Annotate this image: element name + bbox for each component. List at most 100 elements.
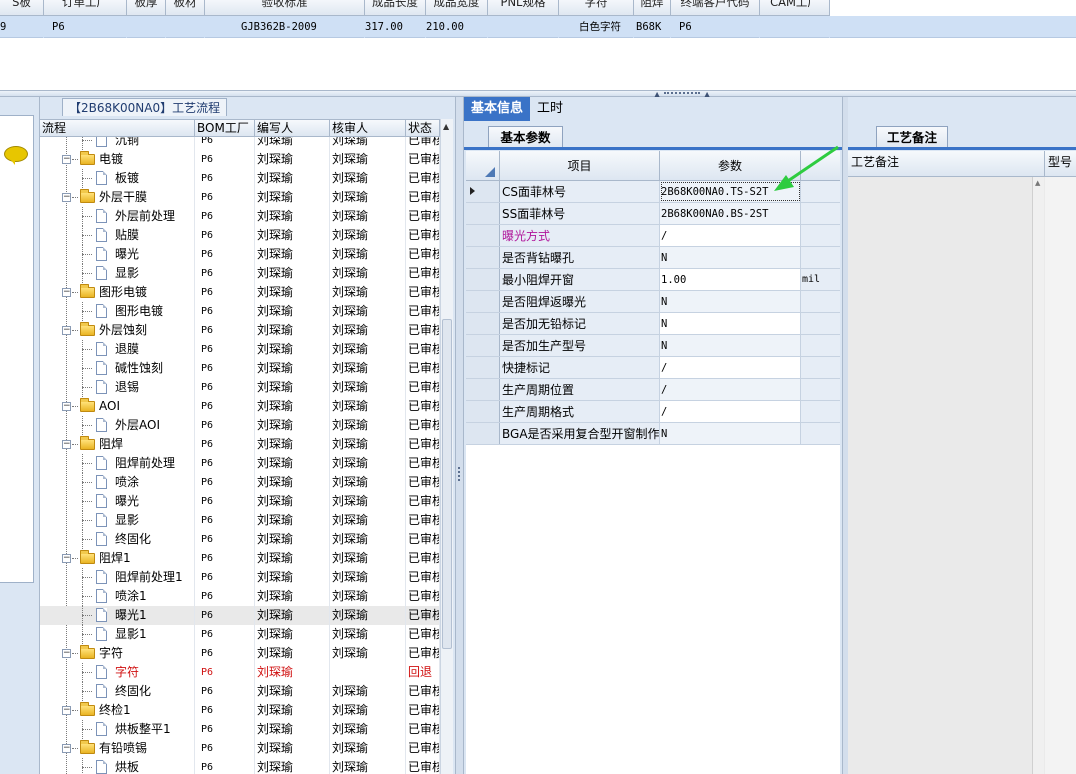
order-col-header[interactable]: 成品长度 [365,0,426,16]
row-indicator[interactable] [466,335,500,356]
collapse-icon[interactable]: − [62,402,71,411]
tree-row[interactable]: −阻焊P6刘琛瑜刘琛瑜已审核 [40,435,440,454]
collapse-icon[interactable]: − [62,288,71,297]
tree-row[interactable]: −外层干膜P6刘琛瑜刘琛瑜已审核 [40,188,440,207]
tab-basic-info[interactable]: 基本信息 [464,97,531,121]
order-col-header[interactable]: S板 [0,0,44,16]
row-indicator[interactable] [466,247,500,268]
param-value-field[interactable]: / [660,401,801,422]
tree-node[interactable]: 曝光 [40,492,195,511]
tree-row[interactable]: 图形电镀P6刘琛瑜刘琛瑜已审核 [40,302,440,321]
col-item[interactable]: 项目 [500,151,660,181]
tree-row[interactable]: −有铅喷锡P6刘琛瑜刘琛瑜已审核 [40,739,440,758]
order-col-header[interactable]: 成品宽度 [426,0,488,16]
collapse-icon[interactable]: − [62,326,71,335]
param-row[interactable]: 是否阻焊返曝光 N [466,291,840,313]
param-row[interactable]: 是否背钻曝孔 N [466,247,840,269]
tree-row[interactable]: 烘板整平1P6刘琛瑜刘琛瑜已审核 [40,720,440,739]
param-value-field[interactable]: / [660,357,801,378]
param-value-field[interactable]: 2B68K00NA0.BS-2ST [660,203,801,224]
order-col-header[interactable]: 板厚 [127,0,166,16]
tree-row[interactable]: −字符P6刘琛瑜刘琛瑜已审核 [40,644,440,663]
order-col-header[interactable]: 阻焊 [634,0,671,16]
param-row[interactable]: 是否加无铅标记 N [466,313,840,335]
col-bom-factory[interactable]: BOM工厂 [195,120,255,137]
order-cell[interactable]: GJB362B-2009 [205,16,365,38]
tree-node[interactable]: 阻焊前处理1 [40,568,195,587]
order-grid-row-selected[interactable]: 9 P6 GJB362B-2009 317.00 210.00 白色字符 B68K P6 [0,16,1076,38]
param-row[interactable]: 生产周期格式 / [466,401,840,423]
param-row[interactable]: 最小阻焊开窗 1.00 mil [466,269,840,291]
tree-row[interactable]: −图形电镀P6刘琛瑜刘琛瑜已审核 [40,283,440,302]
order-col-header[interactable]: 订单工厂 [44,0,127,16]
collapse-icon[interactable]: − [62,649,71,658]
tree-row[interactable]: 终固化P6刘琛瑜刘琛瑜已审核 [40,682,440,701]
param-value-field[interactable]: N [660,247,801,268]
tree-node[interactable]: 板镀 [40,169,195,188]
collapse-icon[interactable]: − [62,706,71,715]
tree-row[interactable]: −阻焊1P6刘琛瑜刘琛瑜已审核 [40,549,440,568]
param-row[interactable]: 生产周期位置 / [466,379,840,401]
row-indicator[interactable] [466,357,500,378]
tree-row[interactable]: 碱性蚀刻P6刘琛瑜刘琛瑜已审核 [40,359,440,378]
tree-row[interactable]: −终检1P6刘琛瑜刘琛瑜已审核 [40,701,440,720]
tree-row[interactable]: 显影P6刘琛瑜刘琛瑜已审核 [40,264,440,283]
row-indicator[interactable] [466,269,500,290]
tree-scrollbar[interactable]: ▲ [440,119,453,774]
tree-node[interactable]: 烘板整平1 [40,720,195,739]
order-cell[interactable]: 317.00 [365,16,426,38]
tree-node[interactable]: 贴膜 [40,226,195,245]
row-indicator[interactable] [466,181,500,202]
collapse-icon[interactable]: − [62,193,71,202]
param-row[interactable]: SS面菲林号 2B68K00NA0.BS-2ST [466,203,840,225]
scroll-up-icon[interactable]: ▲ [1035,179,1040,187]
collapse-icon[interactable]: − [62,744,71,753]
tree-node[interactable]: 烘板 [40,758,195,774]
tree-node[interactable]: 退膜 [40,340,195,359]
tree-row[interactable]: 板镀P6刘琛瑜刘琛瑜已审核 [40,169,440,188]
tree-node[interactable]: 曝光 [40,245,195,264]
tree-node[interactable]: 喷涂 [40,473,195,492]
row-indicator[interactable] [466,423,500,444]
param-row[interactable]: 曝光方式 / [466,225,840,247]
scroll-up-icon[interactable]: ▲ [443,122,449,131]
param-value-field[interactable]: N [660,423,801,444]
tree-node[interactable]: 字符 [40,663,195,682]
order-cell[interactable]: 白色字符 [559,16,634,38]
order-cell[interactable] [166,16,205,38]
tree-row[interactable]: 退锡P6刘琛瑜刘琛瑜已审核 [40,378,440,397]
collapse-icon[interactable]: − [62,155,71,164]
subtab-basic-params[interactable]: 基本参数 [488,126,563,148]
collapse-icon[interactable]: − [62,554,71,563]
tree-node[interactable]: − AOI [40,397,195,416]
tree-row[interactable]: 烘板P6刘琛瑜刘琛瑜已审核 [40,758,440,774]
chat-bubble-icon[interactable] [4,146,28,165]
tree-row[interactable]: 曝光P6刘琛瑜刘琛瑜已审核 [40,492,440,511]
tree-row[interactable]: 外层AOIP6刘琛瑜刘琛瑜已审核 [40,416,440,435]
col-reviewer[interactable]: 核审人 [330,120,406,137]
scrollbar-thumb[interactable] [442,319,452,649]
row-indicator[interactable] [466,203,500,224]
tree-node[interactable]: − 阻焊1 [40,549,195,568]
row-indicator[interactable] [466,225,500,246]
order-col-header[interactable]: PNL规格 [488,0,559,16]
tree-row[interactable]: 外层前处理P6刘琛瑜刘琛瑜已审核 [40,207,440,226]
tree-row[interactable]: 退膜P6刘琛瑜刘琛瑜已审核 [40,340,440,359]
tree-row[interactable]: 喷涂1P6刘琛瑜刘琛瑜已审核 [40,587,440,606]
tree-node[interactable]: − 电镀 [40,150,195,169]
tree-row[interactable]: −外层蚀刻P6刘琛瑜刘琛瑜已审核 [40,321,440,340]
order-col-header[interactable]: 终端客户代码 [671,0,760,16]
order-cell[interactable]: P6 [44,16,127,38]
tree-node[interactable]: 外层AOI [40,416,195,435]
order-cell[interactable]: P6 [671,16,760,38]
param-value-field[interactable]: N [660,291,801,312]
tree-node[interactable]: − 图形电镀 [40,283,195,302]
tree-node[interactable]: 阻焊前处理 [40,454,195,473]
tree-node[interactable]: 外层前处理 [40,207,195,226]
order-cell[interactable] [488,16,559,38]
param-row[interactable]: 是否加生产型号 N [466,335,840,357]
tree-row[interactable]: 显影P6刘琛瑜刘琛瑜已审核 [40,511,440,530]
tree-row[interactable]: 曝光P6刘琛瑜刘琛瑜已审核 [40,245,440,264]
notes-scrollbar[interactable]: ▲ [1032,177,1044,774]
order-cell[interactable]: B68K [634,16,671,38]
